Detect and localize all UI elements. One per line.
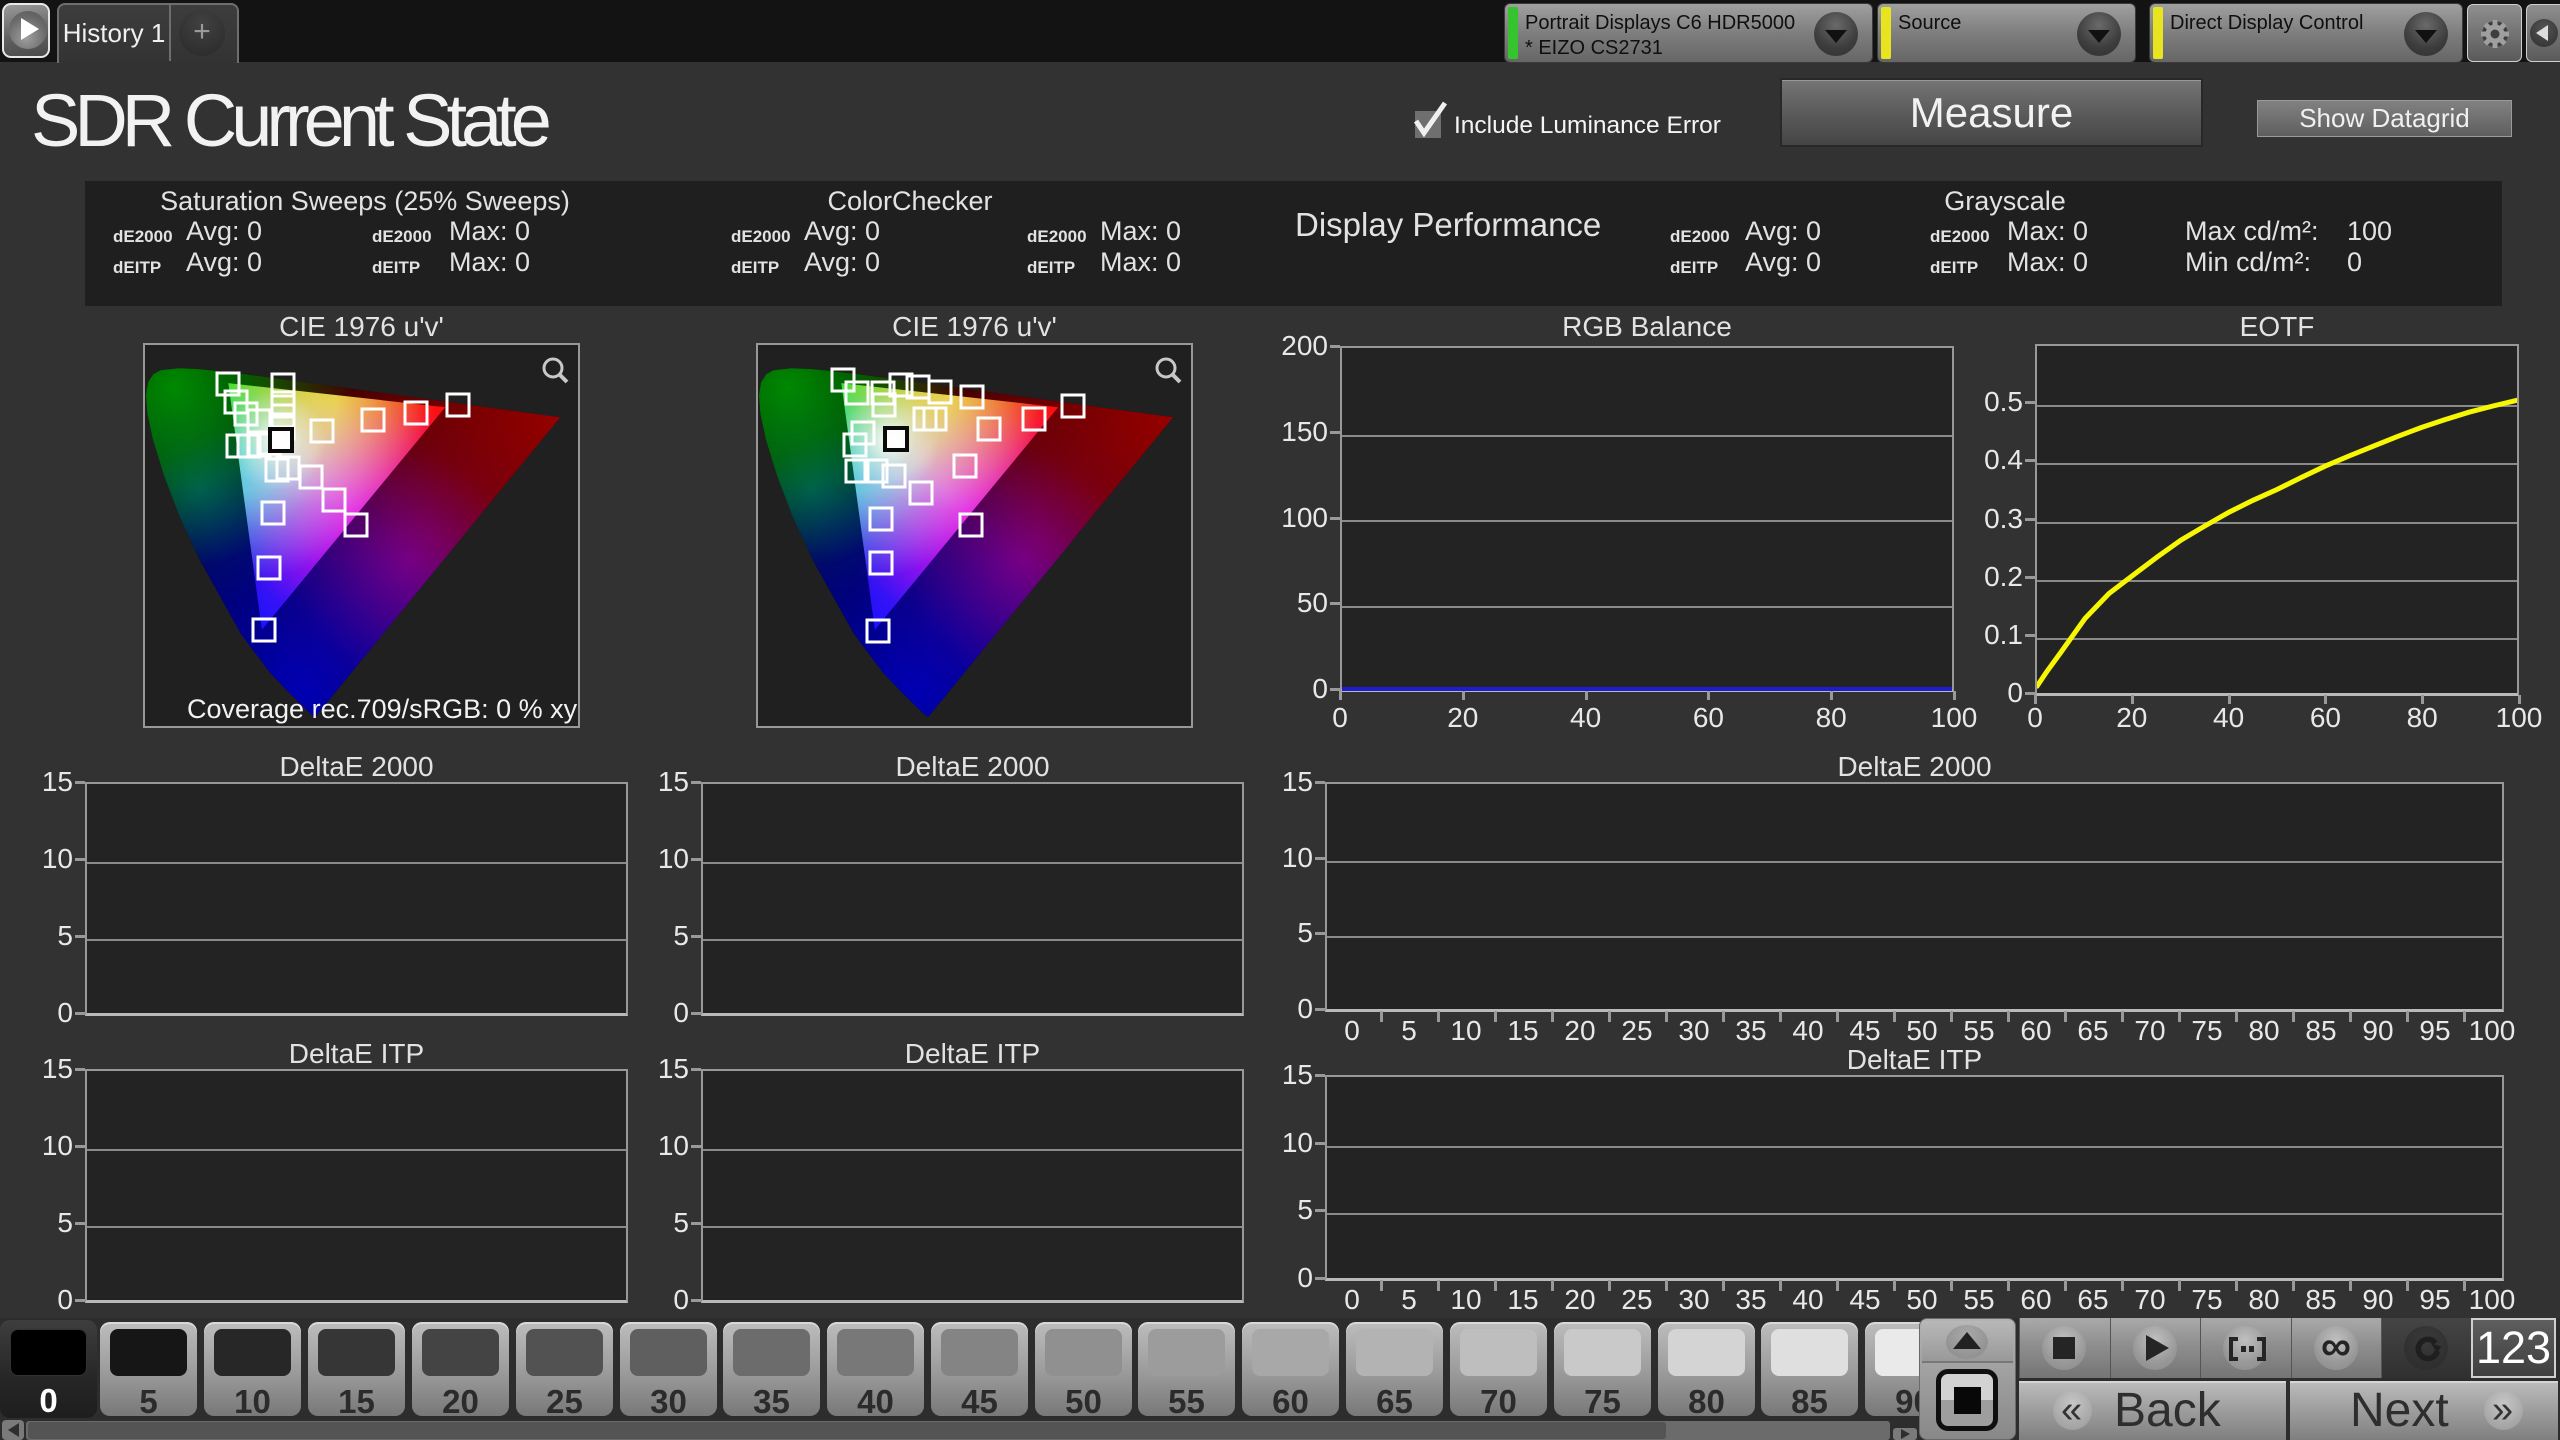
svg-text:Coverage rec.709/sRGB: 0 % xy: Coverage rec.709/sRGB: 0 % xy bbox=[187, 694, 578, 724]
